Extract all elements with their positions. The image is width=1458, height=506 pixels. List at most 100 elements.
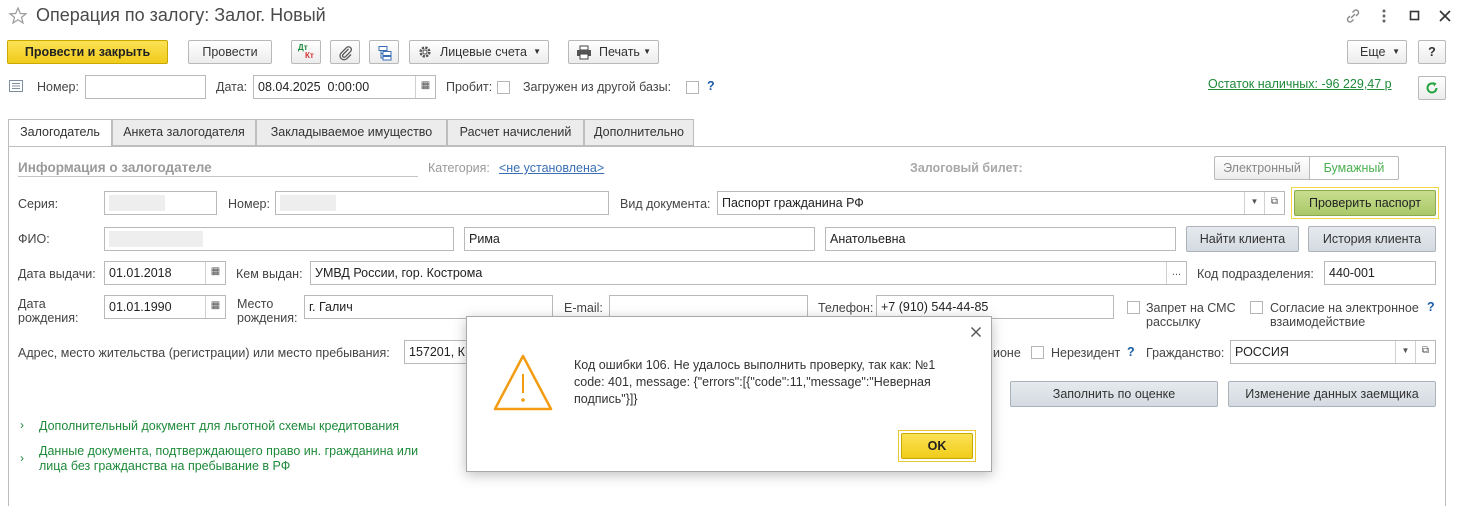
calendar-icon[interactable]: ▦ — [205, 262, 225, 284]
print-dropdown-button[interactable]: Печать ▼ — [568, 40, 659, 64]
extra-doc-group-link[interactable]: Дополнительный документ для льготной схе… — [39, 419, 399, 433]
close-icon[interactable] — [1438, 9, 1452, 23]
series-label: Серия: — [18, 197, 59, 211]
e-consent-label: Согласие на электронное взаимодействие — [1270, 301, 1419, 329]
birth-date-input[interactable]: 01.01.1990 ▦ — [104, 295, 226, 319]
client-history-button[interactable]: История клиента — [1308, 226, 1436, 252]
section-title: Информация о залогодателе — [18, 160, 212, 175]
help-question[interactable]: ? — [707, 79, 715, 93]
structure-button[interactable] — [369, 40, 399, 64]
issued-by-input[interactable]: УМВД России, гор. Кострома ... — [310, 261, 1187, 285]
e-consent-checkbox[interactable] — [1250, 301, 1263, 314]
hierarchy-icon — [378, 46, 392, 61]
phone-label: Телефон: — [818, 301, 874, 315]
citizenship-value: РОССИЯ — [1235, 345, 1289, 359]
category-label: Категория: — [428, 161, 490, 175]
chevron-right-icon[interactable]: › — [20, 418, 24, 432]
number-label: Номер: — [37, 80, 79, 94]
series-input[interactable] — [104, 191, 217, 215]
help-button[interactable]: ? — [1418, 40, 1446, 64]
tab-questionnaire[interactable]: Анкета залогодателя — [112, 119, 256, 146]
section-underline — [18, 176, 418, 177]
warning-icon — [493, 354, 553, 411]
open-icon[interactable]: ⧉ — [1264, 192, 1284, 214]
calendar-icon[interactable]: ▦ — [205, 296, 225, 318]
non-resident-label: Нерезидент — [1051, 346, 1121, 360]
tab-pledger[interactable]: Залогодатель — [8, 119, 112, 147]
issue-date-label: Дата выдачи: — [18, 267, 96, 281]
first-name-input[interactable]: Рима — [464, 227, 815, 251]
tab-additional[interactable]: Дополнительно — [584, 119, 694, 146]
foreign-doc-group-link[interactable]: Данные документа, подтверждающего право … — [39, 444, 419, 474]
issue-date-input[interactable]: 01.01.2018 ▦ — [104, 261, 226, 285]
maximize-icon[interactable] — [1409, 10, 1421, 22]
loaded-label: Загружен из другой базы: — [523, 80, 672, 94]
punched-checkbox[interactable] — [497, 81, 510, 94]
category-link[interactable]: <не установлена> — [499, 161, 604, 175]
dt-kt-button[interactable]: Дт Кт — [291, 40, 321, 64]
dept-code-label: Код подразделения: — [1197, 267, 1314, 281]
ticket-paper-button[interactable]: Бумажный — [1309, 156, 1399, 180]
dept-code-input[interactable]: 440-001 — [1324, 261, 1436, 285]
post-button[interactable]: Провести — [188, 40, 272, 64]
post-and-close-button[interactable]: Провести и закрыть — [7, 40, 168, 64]
accounts-label: Лицевые счета — [440, 45, 527, 59]
number-input[interactable] — [85, 75, 206, 99]
more-dropdown-button[interactable]: Еще ▼ — [1347, 40, 1407, 64]
favorite-star-icon[interactable] — [8, 6, 28, 26]
kebab-menu-icon[interactable] — [1380, 8, 1388, 24]
printer-icon — [577, 45, 591, 60]
check-passport-button[interactable]: Проверить паспорт — [1294, 190, 1436, 216]
accounts-dropdown-button[interactable]: Лицевые счета ▼ — [409, 40, 549, 64]
issued-by-label: Кем выдан: — [236, 267, 303, 281]
dialog-message: Код ошибки 106. Не удалось выполнить про… — [574, 358, 936, 406]
birth-date-label: Дата рождения: — [18, 297, 79, 325]
patronymic-input[interactable]: Анатольевна — [825, 227, 1176, 251]
citizenship-select[interactable]: РОССИЯ ▼ ⧉ — [1230, 340, 1436, 364]
ok-button[interactable]: OK — [901, 433, 973, 459]
dropdown-arrow-icon[interactable]: ▼ — [1395, 341, 1415, 363]
tab-calculation[interactable]: Расчет начислений — [447, 119, 584, 146]
address-input[interactable]: 157201, К — [404, 340, 474, 364]
fio-label: ФИО: — [18, 232, 50, 246]
last-name-input[interactable] — [104, 227, 454, 251]
kt-label: Кт — [305, 51, 314, 60]
redacted-value — [280, 195, 336, 211]
dropdown-arrow-icon[interactable]: ▼ — [1244, 192, 1264, 214]
birth-date-value: 01.01.1990 — [109, 300, 172, 314]
redacted-value — [109, 195, 165, 211]
refresh-icon — [1426, 82, 1438, 94]
attach-button[interactable] — [330, 40, 360, 64]
dt-kt-icon: Дт Кт — [297, 43, 317, 61]
doc-number-label: Номер: — [228, 197, 270, 211]
select-ellipsis-button[interactable]: ... — [1166, 262, 1186, 284]
link-icon[interactable] — [1344, 7, 1362, 25]
error-dialog: Код ошибки 106. Не удалось выполнить про… — [466, 316, 992, 472]
paperclip-icon — [339, 46, 352, 61]
help-question[interactable]: ? — [1127, 345, 1135, 359]
doc-type-select[interactable]: Паспорт гражданина РФ ▼ ⧉ — [717, 191, 1285, 215]
calendar-icon[interactable]: ▦ — [415, 76, 435, 98]
redacted-value — [109, 231, 203, 247]
ticket-label: Залоговый билет: — [910, 161, 1023, 175]
chevron-right-icon[interactable]: › — [20, 451, 24, 465]
change-borrower-button[interactable]: Изменение данных заемщика — [1228, 381, 1436, 407]
ticket-electronic-button[interactable]: Электронный — [1214, 156, 1310, 180]
loaded-checkbox[interactable] — [686, 81, 699, 94]
sms-ban-checkbox[interactable] — [1127, 301, 1140, 314]
refresh-button[interactable] — [1418, 76, 1446, 100]
fill-by-estimate-button[interactable]: Заполнить по оценке — [1010, 381, 1218, 407]
window-title: Операция по залогу: Залог. Новый — [36, 5, 326, 25]
cash-balance-link[interactable]: Остаток наличных: -96 229,47 р — [1208, 77, 1392, 91]
date-label: Дата: — [216, 80, 248, 94]
dialog-close-icon[interactable] — [970, 326, 982, 338]
help-question[interactable]: ? — [1427, 300, 1435, 314]
chevron-down-icon: ▼ — [533, 47, 541, 56]
issued-by-value: УМВД России, гор. Кострома — [315, 266, 483, 280]
tab-property[interactable]: Закладываемое имущество — [256, 119, 447, 146]
non-resident-checkbox[interactable] — [1031, 346, 1044, 359]
find-client-button[interactable]: Найти клиента — [1186, 226, 1299, 252]
doc-number-input[interactable] — [275, 191, 609, 215]
open-icon[interactable]: ⧉ — [1415, 341, 1435, 363]
date-input[interactable]: 08.04.2025 0:00:00 ▦ — [253, 75, 436, 99]
